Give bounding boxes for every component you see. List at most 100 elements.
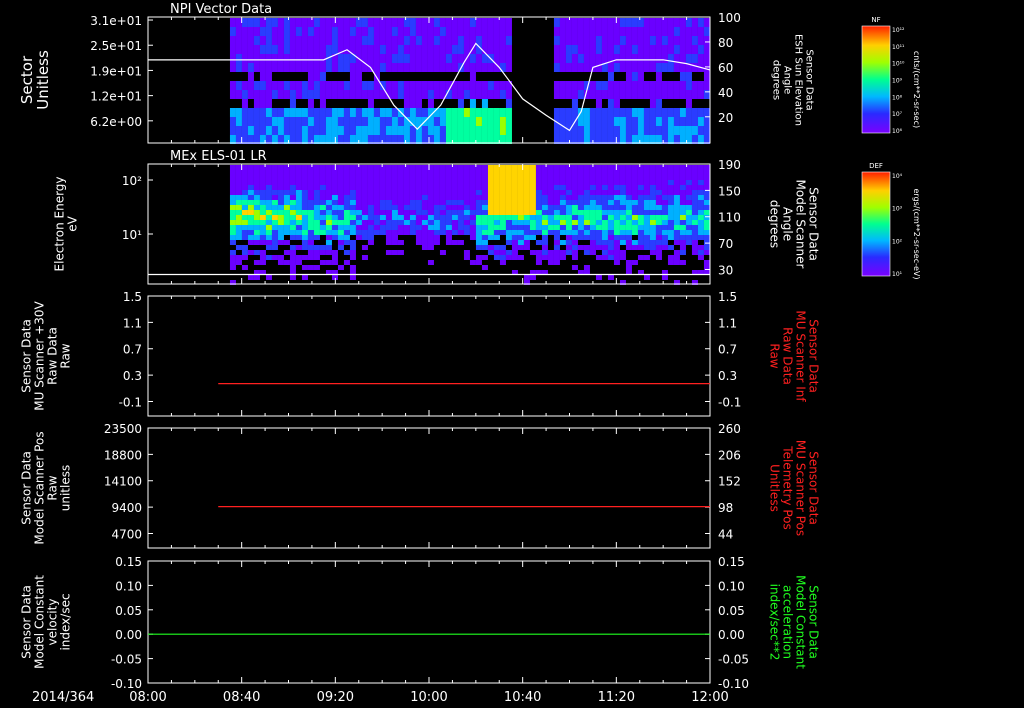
heatmap-cell: [331, 108, 338, 117]
heatmap-cell: [463, 18, 470, 27]
heatmap-cell: [661, 81, 668, 90]
heatmap-cell: [241, 36, 248, 45]
heatmap-cell: [325, 235, 332, 240]
heatmap-cell: [673, 63, 680, 72]
heatmap-cell: [523, 210, 530, 215]
heatmap-cell: [307, 63, 314, 72]
y-axis-label: Sensor Data: [20, 319, 34, 393]
heatmap-cell: [643, 230, 650, 235]
heatmap-cell: [613, 230, 620, 235]
heatmap-cell: [367, 225, 374, 230]
heatmap-cell: [451, 126, 458, 135]
heatmap-cell: [673, 210, 680, 215]
heatmap-cell: [247, 170, 254, 175]
heatmap-cell: [583, 250, 590, 255]
heatmap-cell: [637, 90, 644, 99]
heatmap-cell: [553, 175, 560, 180]
heatmap-cell: [391, 180, 398, 185]
heatmap-cell: [283, 126, 290, 135]
heatmap-cell: [301, 165, 308, 170]
heatmap-cell: [415, 170, 422, 175]
y-tick-label: 0.3: [123, 369, 142, 383]
heatmap-cell: [595, 180, 602, 185]
heatmap-cell: [397, 175, 404, 180]
heatmap-cell: [337, 220, 344, 225]
heatmap-cell: [241, 220, 248, 225]
heatmap-cell: [499, 260, 506, 265]
heatmap-cell: [373, 210, 380, 215]
time-tick-label: 09:20: [317, 690, 354, 705]
heatmap-cell: [691, 165, 698, 170]
y2-axis-label: MU Scanner Pos: [794, 440, 808, 536]
heatmap-cell: [247, 220, 254, 225]
heatmap-cell: [583, 36, 590, 45]
heatmap-cell: [391, 225, 398, 230]
heatmap-cell: [583, 45, 590, 54]
heatmap-cell: [571, 250, 578, 255]
heatmap-cell: [679, 54, 686, 63]
colorbar-tick-label: 10¹²: [892, 27, 905, 34]
heatmap-cell: [691, 108, 698, 117]
heatmap-cell: [691, 117, 698, 126]
heatmap-cell: [283, 220, 290, 225]
heatmap-cell: [613, 195, 620, 200]
heatmap-cell: [289, 200, 296, 205]
heatmap-cell: [469, 165, 476, 170]
heatmap-cell: [697, 235, 704, 240]
heatmap-cell: [463, 45, 470, 54]
heatmap-cell: [625, 180, 632, 185]
heatmap-cell: [259, 108, 266, 117]
heatmap-cell: [343, 235, 350, 240]
heatmap-cell: [601, 170, 608, 175]
heatmap-cell: [289, 165, 296, 170]
heatmap-cell: [595, 18, 602, 27]
heatmap-cell: [601, 126, 608, 135]
heatmap-cell: [661, 275, 668, 280]
heatmap-cell: [367, 165, 374, 170]
heatmap-cell: [229, 240, 236, 245]
heatmap-cell: [691, 90, 698, 99]
heatmap-cell: [241, 210, 248, 215]
heatmap-cell: [253, 117, 260, 126]
heatmap-cell: [259, 260, 266, 265]
heatmap-cell: [613, 117, 620, 126]
heatmap-cell: [397, 18, 404, 27]
heatmap-cell: [373, 175, 380, 180]
heatmap-cell: [253, 27, 260, 36]
heatmap-cell: [331, 195, 338, 200]
heatmap-cell: [589, 250, 596, 255]
heatmap-cell: [337, 18, 344, 27]
y2-tick-label: 190: [718, 158, 741, 172]
heatmap-cell: [643, 18, 650, 27]
heatmap-cell: [691, 200, 698, 205]
heatmap-cell: [373, 180, 380, 185]
heatmap-cell: [373, 54, 380, 63]
heatmap-cell: [229, 90, 236, 99]
heatmap-cell: [643, 200, 650, 205]
heatmap-cell: [601, 185, 608, 190]
heatmap-cell: [643, 245, 650, 250]
heatmap-cell: [343, 108, 350, 117]
heatmap-cell: [373, 220, 380, 225]
heatmap-cell: [691, 126, 698, 135]
heatmap-cell: [661, 54, 668, 63]
heatmap-cell: [661, 170, 668, 175]
heatmap-cell: [553, 240, 560, 245]
heatmap-cell: [625, 63, 632, 72]
heatmap-cell: [457, 215, 464, 220]
heatmap-cell: [589, 240, 596, 245]
heatmap-cell: [259, 36, 266, 45]
heatmap-cell: [571, 27, 578, 36]
heatmap-cell: [259, 175, 266, 180]
heatmap-cell: [673, 81, 680, 90]
heatmap-cell: [445, 36, 452, 45]
heatmap-cell: [259, 45, 266, 54]
heatmap-cell: [313, 54, 320, 63]
heatmap-cell: [373, 200, 380, 205]
heatmap-cell: [379, 210, 386, 215]
heatmap-cell: [361, 230, 368, 235]
heatmap-cell: [637, 126, 644, 135]
heatmap-cell: [271, 210, 278, 215]
heatmap-cell: [703, 240, 710, 245]
heatmap-cell: [277, 230, 284, 235]
